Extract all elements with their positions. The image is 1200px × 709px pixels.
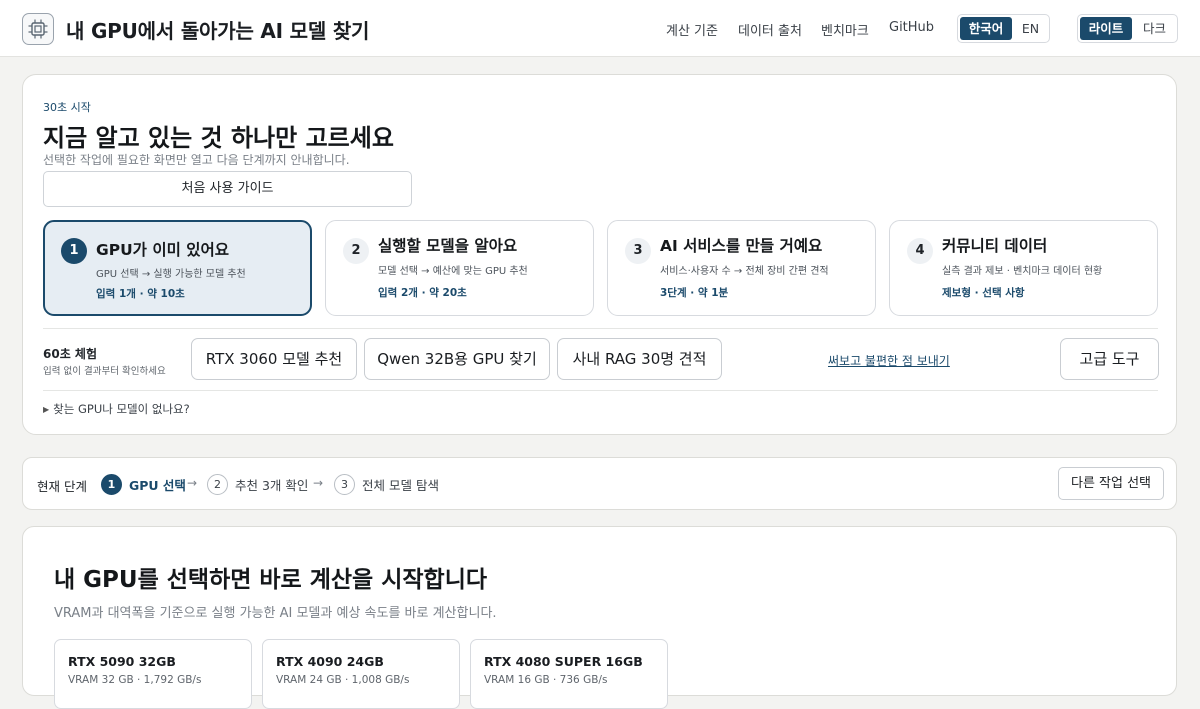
hero-title: 지금 알고 있는 것 하나만 고르세요 [43, 124, 394, 152]
top-bar: 내 GPU에서 돌아가는 AI 모델 찾기 계산 기준 데이터 출처 벤치마크 … [0, 0, 1200, 57]
step-indicator-bar: 현재 단계 1 GPU 선택 → 2 추천 3개 확인 → 3 전체 모델 탐색… [22, 457, 1177, 510]
first-use-guide-button[interactable]: 처음 사용 가이드 [43, 171, 412, 207]
step-browse-models[interactable]: 3 전체 모델 탐색 [334, 473, 439, 495]
hero-eyebrow: 30초 시작 [43, 101, 91, 114]
demo-button-rag-estimate[interactable]: 사내 RAG 30명 견적 [557, 338, 722, 380]
choice-meta: 입력 2개 · 약 20초 [378, 287, 467, 299]
quick-start-card: 30초 시작 지금 알고 있는 것 하나만 고르세요 선택한 작업에 필요한 화… [22, 74, 1177, 435]
step-label: GPU 선택 [129, 477, 186, 493]
choice-card-build-service[interactable]: 3 AI 서비스를 만들 거예요 서비스·사용자 수 → 전체 장비 간편 견적… [607, 220, 876, 316]
current-step-label: 현재 단계 [37, 479, 87, 494]
demo-sublabel: 입력 없이 결과부터 확인하세요 [43, 366, 166, 377]
gpu-select-section: 내 GPU를 선택하면 바로 계산을 시작합니다 VRAM과 대역폭을 기준으로… [22, 526, 1177, 709]
demo-label: 60초 체험 [43, 347, 97, 361]
theme-toggle: 라이트 다크 [1077, 14, 1178, 43]
step-label: 추천 3개 확인 [235, 477, 309, 493]
advanced-tools-button[interactable]: 고급 도구 [1060, 338, 1159, 380]
divider [43, 390, 1158, 391]
choice-number: 3 [625, 238, 651, 264]
choice-number: 1 [61, 238, 87, 264]
nav-link-data-source[interactable]: 데이터 출처 [738, 20, 802, 39]
step-gpu-select[interactable]: 1 GPU 선택 [101, 473, 186, 495]
step-number: 2 [207, 473, 228, 495]
choice-desc: 실측 결과 제보 · 벤치마크 데이터 현황 [942, 266, 1103, 277]
choice-desc: GPU 선택 → 실행 가능한 모델 추천 [96, 269, 246, 280]
gpu-card-rtx5090[interactable]: RTX 5090 32GB VRAM 32 GB · 1,792 GB/s [54, 639, 252, 709]
nav-link-calc-basis[interactable]: 계산 기준 [666, 20, 718, 39]
arrow-right-icon: → [313, 476, 324, 490]
section-title: 내 GPU를 선택하면 바로 계산을 시작합니다 [54, 567, 488, 593]
arrow-right-icon: → [187, 476, 198, 490]
section-subtitle: VRAM과 대역폭을 기준으로 실행 가능한 AI 모델과 예상 속도를 바로 … [54, 606, 497, 621]
demo-button-qwen32b[interactable]: Qwen 32B용 GPU 찾기 [364, 338, 550, 380]
theme-option-light[interactable]: 라이트 [1080, 17, 1132, 40]
lang-option-en[interactable]: EN [1014, 17, 1047, 40]
choose-other-task-button[interactable]: 다른 작업 선택 [1058, 467, 1164, 500]
feedback-link[interactable]: 써보고 불편한 점 보내기 [828, 352, 950, 369]
step-label: 전체 모델 탐색 [362, 477, 439, 493]
divider [43, 328, 1158, 329]
choice-number: 4 [907, 238, 933, 264]
gpu-chip-icon [22, 13, 54, 45]
step-check-recommendations[interactable]: 2 추천 3개 확인 [207, 473, 308, 495]
choice-meta: 3단계 · 약 1분 [660, 287, 729, 299]
gpu-spec: VRAM 24 GB · 1,008 GB/s [276, 674, 410, 686]
hero-subtitle: 선택한 작업에 필요한 화면만 열고 다음 단계까지 안내합니다. [43, 153, 350, 167]
language-toggle: 한국어 EN [957, 14, 1050, 43]
choice-number: 2 [343, 238, 369, 264]
gpu-card-rtx4080-super[interactable]: RTX 4080 SUPER 16GB VRAM 16 GB · 736 GB/… [470, 639, 668, 709]
choice-card-know-model[interactable]: 2 실행할 모델을 알아요 모델 선택 → 예산에 맞는 GPU 추천 입력 2… [325, 220, 594, 316]
choice-title: 실행할 모델을 알아요 [378, 237, 518, 255]
disclosure-label: 찾는 GPU나 모델이 없나요? [53, 402, 190, 416]
gpu-spec: VRAM 32 GB · 1,792 GB/s [68, 674, 202, 686]
choice-meta: 제보형 · 선택 사항 [942, 287, 1025, 299]
choice-desc: 모델 선택 → 예산에 맞는 GPU 추천 [378, 266, 528, 277]
nav-link-github[interactable]: GitHub [889, 20, 934, 35]
lang-option-ko[interactable]: 한국어 [960, 17, 1012, 40]
step-number: 1 [101, 473, 122, 495]
choice-card-community-data[interactable]: 4 커뮤니티 데이터 실측 결과 제보 · 벤치마크 데이터 현황 제보형 · … [889, 220, 1158, 316]
choice-title: GPU가 이미 있어요 [96, 241, 230, 259]
gpu-name: RTX 4090 24GB [276, 654, 384, 669]
choice-card-have-gpu[interactable]: 1 GPU가 이미 있어요 GPU 선택 → 실행 가능한 모델 추천 입력 1… [43, 220, 312, 316]
step-number: 3 [334, 473, 355, 495]
nav-link-benchmark[interactable]: 벤치마크 [821, 20, 869, 39]
gpu-name: RTX 5090 32GB [68, 654, 176, 669]
theme-option-dark[interactable]: 다크 [1134, 17, 1175, 40]
choice-title: AI 서비스를 만들 거예요 [660, 237, 823, 255]
demo-button-rtx3060[interactable]: RTX 3060 모델 추천 [191, 338, 357, 380]
disclosure-triangle-icon: ▶ [43, 405, 50, 414]
app-title: 내 GPU에서 돌아가는 AI 모델 찾기 [66, 19, 370, 43]
choice-desc: 서비스·사용자 수 → 전체 장비 간편 견적 [660, 266, 829, 277]
choice-meta: 입력 1개 · 약 10초 [96, 288, 185, 300]
gpu-name: RTX 4080 SUPER 16GB [484, 654, 643, 669]
gpu-card-rtx4090[interactable]: RTX 4090 24GB VRAM 24 GB · 1,008 GB/s [262, 639, 460, 709]
missing-gpu-model-disclosure[interactable]: ▶ 찾는 GPU나 모델이 없나요? [43, 401, 190, 417]
gpu-spec: VRAM 16 GB · 736 GB/s [484, 674, 608, 686]
choice-title: 커뮤니티 데이터 [942, 237, 1048, 255]
